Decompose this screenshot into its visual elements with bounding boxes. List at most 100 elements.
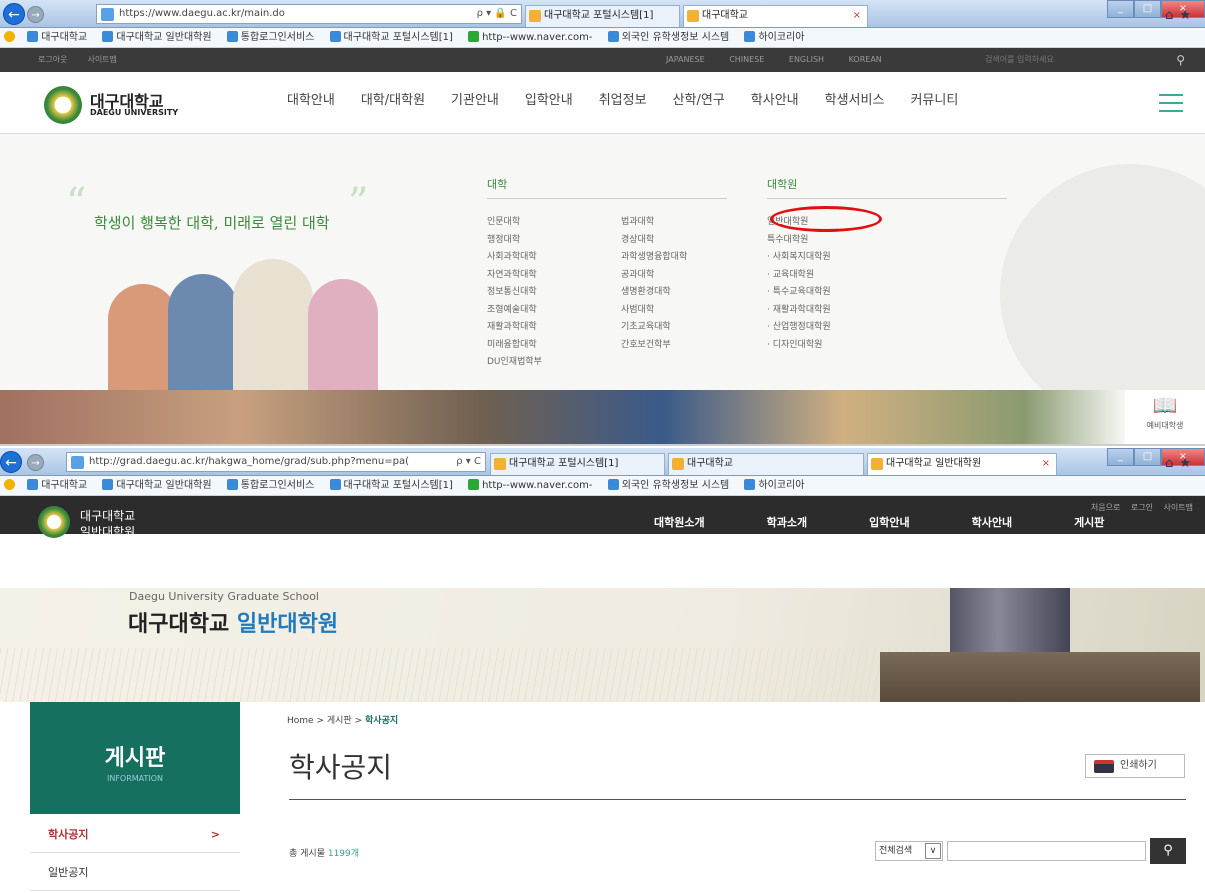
fav-item[interactable]: 대구대학교 일반대학원 [102,479,217,491]
tab-portal[interactable]: 대구대학교 포털시스템[1] [490,453,665,475]
college-link[interactable]: 과학생명융합대학 [621,249,687,267]
board-search-input[interactable] [947,841,1146,861]
menu-item[interactable]: 대학원소개 [654,496,705,550]
menu-item[interactable]: 대학안내 [287,72,335,134]
hero-title: 대구대학교 일반대학원 [128,612,339,637]
lang-japanese[interactable]: JAPANESE [666,55,705,64]
college-link[interactable]: 공과대학 [621,267,687,285]
students-photo [108,254,408,390]
address-bar[interactable]: https://www.daegu.ac.kr/main.do ρ ▾ 🔒 C [96,4,522,24]
fav-item[interactable]: 대구대학교 [27,479,93,491]
college-link[interactable]: 간호보건학부 [621,337,687,355]
fav-item[interactable]: 통합로그인서비스 [226,31,321,43]
menu-item[interactable]: 학과소개 [767,496,807,550]
page-title: 학사공지 [289,751,393,784]
crumb-board[interactable]: 게시판 [327,716,352,726]
back-button[interactable]: ← [3,3,25,25]
fav-item[interactable]: 외국인 유학생정보 시스템 [607,479,736,491]
menu-item[interactable]: 학사안내 [972,496,1012,550]
maximize-button[interactable]: □ [1134,448,1161,466]
favorites-star-icon[interactable] [4,31,18,43]
forward-button[interactable]: → [27,6,44,23]
college-link[interactable]: 조형예술대학 [487,302,542,320]
maximize-button[interactable]: □ [1134,0,1161,18]
college-link[interactable]: 기초교육대학 [621,319,687,337]
menu-item[interactable]: 입학안내 [869,496,909,550]
graduate-link[interactable]: 특수대학원 [767,232,831,250]
fav-item[interactable]: 통합로그인서비스 [226,479,321,491]
college-link[interactable]: 미래융합대학 [487,337,542,355]
back-button[interactable]: ← [0,451,22,473]
college-link[interactable]: 경상대학 [621,232,687,250]
college-link[interactable]: 사회과학대학 [487,249,542,267]
college-link[interactable]: 법과대학 [621,214,687,232]
menu-item[interactable]: 게시판 [1074,496,1104,550]
tab-grad[interactable]: 대구대학교 일반대학원 × [867,453,1057,475]
crumb-home[interactable]: Home [287,716,314,726]
logout-link[interactable]: 로그아웃 [38,55,67,64]
lang-english[interactable]: ENGLISH [789,55,824,64]
site-search-input[interactable]: 검색어를 입력하세요 [985,48,1054,72]
sidebar-item-general-notice[interactable]: 일반공지 [30,854,240,891]
minimize-button[interactable]: _ [1107,0,1134,18]
fav-item[interactable]: 대구대학교 포털시스템[1] [329,479,459,491]
address-bar[interactable]: http://grad.daegu.ac.kr/hakgwa_home/grad… [66,452,486,472]
graduate-link[interactable]: · 산업행정대학원 [767,319,831,337]
fav-item[interactable]: 대구대학교 포털시스템[1] [329,31,459,43]
fav-item[interactable]: 대구대학교 일반대학원 [102,31,217,43]
hamburger-menu-icon[interactable] [1159,94,1183,118]
menu-item[interactable]: 학사안내 [751,72,799,134]
menu-item[interactable]: 입학안내 [525,72,573,134]
print-button[interactable]: 인쇄하기 [1085,754,1185,778]
search-icon[interactable]: ⚲ [1176,48,1185,72]
sidebar-title: 게시판 [104,746,166,771]
lang-korean[interactable]: KOREAN [849,55,882,64]
home-star-icons[interactable]: ⌂★ [1165,8,1197,23]
minimize-button[interactable]: _ [1107,448,1134,466]
fav-item[interactable]: http--www.naver.com- [468,479,598,491]
fav-item[interactable]: 하이코리아 [744,479,810,491]
mega-menu-dropdown: “ ” 학생이 행복한 대학, 미래로 열린 대학 대학 대학원 인문대학 행정… [0,134,1205,390]
address-controls[interactable]: ρ ▾ C [456,453,481,471]
fav-item[interactable]: http--www.naver.com- [468,31,598,43]
college-link[interactable]: DU인재법학부 [487,354,542,372]
fav-item[interactable]: 외국인 유학생정보 시스템 [607,31,736,43]
tab-close-icon[interactable]: × [853,6,861,26]
menu-item[interactable]: 학생서비스 [825,72,885,134]
fav-item[interactable]: 대구대학교 [27,31,93,43]
fav-item[interactable]: 하이코리아 [744,31,810,43]
tab-portal[interactable]: 대구대학교 포털시스템[1] [525,5,680,27]
college-link[interactable]: 행정대학 [487,232,542,250]
graduate-link[interactable]: · 교육대학원 [767,267,831,285]
home-star-icons[interactable]: ⌂★ [1165,456,1197,471]
college-link[interactable]: 사범대학 [621,302,687,320]
university-logo[interactable]: 대구대학교 DAEGU UNIVERSITY [44,82,244,126]
search-icon[interactable]: ⚲ [1150,838,1186,864]
lang-chinese[interactable]: CHINESE [729,55,764,64]
grad-logo[interactable]: 대구대학교 일반대학원 [80,508,135,540]
graduate-link[interactable]: · 사회복지대학원 [767,249,831,267]
college-link[interactable]: 정보통신대학 [487,284,542,302]
search-scope-select[interactable]: 전체검색 ∨ [875,841,943,861]
tab-close-icon[interactable]: × [1042,454,1050,474]
college-link[interactable]: 인문대학 [487,214,542,232]
college-link[interactable]: 재활과학대학 [487,319,542,337]
tab-daegu[interactable]: 대구대학교 × [683,5,868,27]
sidebar-item-academic-notice[interactable]: 학사공지 > [30,816,240,853]
sitemap-link[interactable]: 사이트맵 [87,55,116,64]
college-link[interactable]: 생명환경대학 [621,284,687,302]
graduate-link[interactable]: · 디자인대학원 [767,337,831,355]
menu-item[interactable]: 산학/연구 [673,72,725,134]
prep-student-link[interactable]: 📖 예비대학생 [1125,390,1205,444]
graduate-link[interactable]: · 특수교육대학원 [767,284,831,302]
favorites-star-icon[interactable] [4,479,18,491]
college-link[interactable]: 자연과학대학 [487,267,542,285]
menu-item[interactable]: 커뮤니티 [910,72,958,134]
forward-button[interactable]: → [27,454,44,471]
tab-daegu[interactable]: 대구대학교 [668,453,864,475]
menu-item[interactable]: 취업정보 [599,72,647,134]
menu-item[interactable]: 대학/대학원 [361,72,425,134]
graduate-link[interactable]: · 재활과학대학원 [767,302,831,320]
address-controls[interactable]: ρ ▾ 🔒 C [477,5,517,23]
menu-item[interactable]: 기관안내 [451,72,499,134]
